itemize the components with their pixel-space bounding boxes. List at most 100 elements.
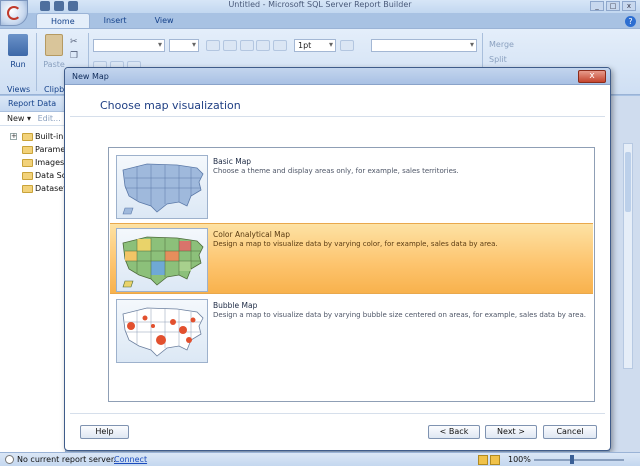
ribbon-separator (36, 33, 37, 91)
dialog-heading: Choose map visualization (100, 99, 241, 112)
basic-map-thumbnail (116, 155, 208, 219)
scrollbar-thumb[interactable] (625, 152, 631, 212)
merge-split-group: Merge Split (489, 37, 514, 67)
option-name: Basic Map (213, 157, 252, 166)
alignment-tools (206, 40, 254, 51)
paste-icon (45, 34, 63, 56)
option-name: Color Analytical Map (213, 230, 291, 239)
align-left-icon[interactable] (206, 40, 220, 51)
run-button[interactable]: Run (4, 34, 32, 69)
cut-icon[interactable]: ✂ (70, 37, 78, 47)
app-title: Untitled - Microsoft SQL Server Report B… (228, 0, 412, 9)
border-width-combo[interactable]: 1pt (294, 39, 336, 52)
app-title-bar: Untitled - Microsoft SQL Server Report B… (0, 0, 640, 13)
report-data-tree: + Built-in Paramet Images Data Sou Datas… (0, 126, 72, 195)
tree-item-label: Built-in (35, 132, 64, 141)
redo-icon[interactable] (68, 1, 78, 11)
help-button[interactable]: Help (80, 425, 129, 439)
font-family-combo[interactable] (93, 39, 165, 52)
save-icon[interactable] (40, 1, 50, 11)
style-combo[interactable] (371, 39, 477, 52)
option-description: Design a map to visualize data by varyin… (213, 311, 586, 319)
option-description: Choose a theme and display areas only, f… (213, 167, 459, 175)
connect-link[interactable]: Connect (114, 453, 147, 466)
clipboard-group-label: Clipb (44, 85, 65, 94)
folder-icon (22, 172, 33, 180)
report-data-panel: Report Data New ▾ Edit... + Built-in Par… (0, 96, 72, 452)
dialog-footer-divider (70, 413, 605, 414)
font-size-combo[interactable] (169, 39, 199, 52)
border-color-icon[interactable] (340, 40, 354, 51)
undo-icon[interactable] (54, 1, 64, 11)
option-color-analytical-map[interactable]: Color Analytical Map Design a map to vis… (110, 223, 593, 294)
list-tools (256, 40, 287, 51)
back-button[interactable]: < Back (428, 425, 480, 439)
copy-icon[interactable]: ❐ (70, 51, 78, 61)
tab-view[interactable]: View (141, 13, 188, 28)
paste-button[interactable]: Paste (40, 34, 68, 69)
border-width-value: 1pt (298, 41, 312, 50)
expand-icon[interactable]: + (10, 133, 17, 140)
status-view-tools (478, 455, 500, 465)
new-map-dialog: New Map x Choose map visualization Basic… (64, 67, 611, 451)
vertical-scrollbar[interactable] (623, 143, 633, 369)
grid-view-icon[interactable] (490, 455, 500, 465)
split-button[interactable]: Split (489, 52, 514, 67)
quick-access-toolbar (40, 1, 78, 11)
tree-item-parameters[interactable]: Paramet (0, 143, 68, 156)
report-data-toolbar: New ▾ Edit... (0, 112, 65, 126)
server-status-icon (5, 455, 14, 464)
increase-indent-icon[interactable] (273, 40, 287, 51)
align-center-icon[interactable] (223, 40, 237, 51)
app-menu-button[interactable] (0, 0, 28, 26)
zoom-slider-thumb[interactable] (570, 455, 574, 464)
close-window-button[interactable]: x (622, 1, 636, 11)
maximize-button[interactable]: □ (606, 1, 620, 11)
border-color-tools (340, 40, 354, 51)
clipboard-tools: ✂ ❐ (70, 37, 78, 61)
dialog-divider (70, 116, 605, 117)
bubble-us-map-icon (122, 307, 204, 357)
edit-button[interactable]: Edit... (38, 114, 61, 123)
design-view-icon[interactable] (478, 455, 488, 465)
dialog-title-bar: New Map x (65, 68, 610, 85)
help-icon[interactable]: ? (625, 16, 636, 27)
map-visualization-list: Basic Map Choose a theme and display are… (108, 147, 595, 402)
tab-home[interactable]: Home (36, 13, 90, 28)
cancel-button[interactable]: Cancel (543, 425, 597, 439)
folder-icon (22, 133, 33, 141)
window-controls: _ □ x (590, 1, 636, 11)
next-button[interactable]: Next > (485, 425, 537, 439)
colored-us-map-icon (122, 236, 204, 288)
views-group-label: Views (7, 85, 31, 94)
tree-item-label: Images (35, 158, 65, 167)
color-analytical-map-thumbnail (116, 228, 208, 292)
ribbon-tabs: Home Insert View (36, 13, 188, 28)
paste-label: Paste (43, 60, 65, 69)
tree-item-datasets[interactable]: Datasets (0, 182, 71, 195)
tree-item-images[interactable]: Images (0, 156, 65, 169)
decrease-indent-icon[interactable] (256, 40, 270, 51)
dialog-close-button[interactable]: x (578, 70, 606, 83)
folder-icon (22, 159, 33, 167)
run-label: Run (10, 60, 26, 69)
zoom-level: 100% (508, 455, 531, 464)
tree-item-data-sources[interactable]: Data Sou (0, 169, 72, 182)
option-bubble-map[interactable]: Bubble Map Design a map to visualize dat… (110, 295, 593, 366)
tree-item-built-in[interactable]: + Built-in (0, 130, 65, 143)
option-basic-map[interactable]: Basic Map Choose a theme and display are… (110, 151, 593, 222)
dialog-title: New Map (72, 72, 109, 81)
run-icon (8, 34, 28, 56)
us-map-icon (122, 163, 204, 215)
new-menu-button[interactable]: New ▾ (7, 114, 31, 123)
report-data-title: Report Data (0, 96, 65, 112)
zoom-slider[interactable] (534, 459, 624, 461)
option-name: Bubble Map (213, 301, 258, 310)
folder-icon (22, 185, 33, 193)
minimize-button[interactable]: _ (590, 1, 604, 11)
align-right-icon[interactable] (240, 40, 254, 51)
tab-insert[interactable]: Insert (90, 13, 141, 28)
merge-button[interactable]: Merge (489, 37, 514, 52)
report-builder-logo-icon (7, 6, 21, 20)
server-status-text: No current report server. (17, 455, 116, 464)
